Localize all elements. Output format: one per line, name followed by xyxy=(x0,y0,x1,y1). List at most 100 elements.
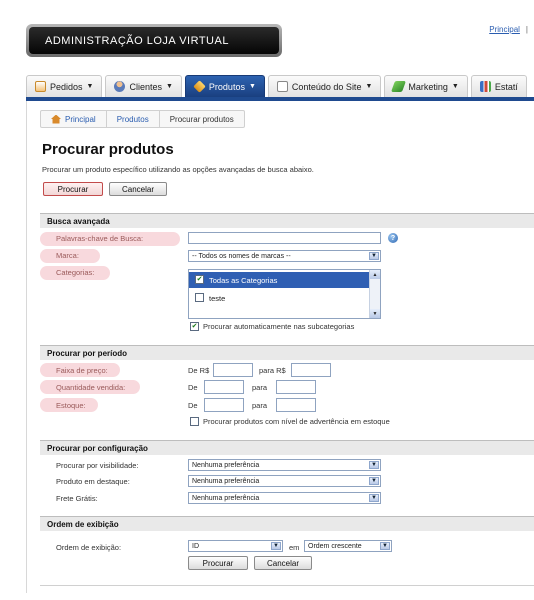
help-icon[interactable]: ? xyxy=(388,233,398,243)
section-heading: Busca avançada xyxy=(40,214,534,228)
qty-from-label: De xyxy=(188,383,198,392)
tab-clientes[interactable]: Clientes ▼ xyxy=(105,75,182,97)
section-ordem: Ordem de exibição xyxy=(40,516,534,531)
price-to-input[interactable] xyxy=(291,363,331,377)
customers-icon xyxy=(114,81,126,92)
order-between-label: em xyxy=(289,543,300,552)
section-heading: Procurar por configuração xyxy=(40,441,534,455)
chevron-down-icon: ▼ xyxy=(271,542,281,550)
tab-pedidos[interactable]: Pedidos ▼ xyxy=(26,75,103,97)
tab-label: Pedidos xyxy=(50,81,83,92)
subcategories-checkbox[interactable]: ✔ xyxy=(190,322,199,331)
section-heading: Procurar por período xyxy=(40,346,534,360)
chevron-down-icon: ▼ xyxy=(165,83,173,90)
category-label: teste xyxy=(209,293,226,303)
order-direction-value: Ordem crescente xyxy=(308,542,362,550)
section-periodo: Procurar por período xyxy=(40,345,534,360)
section-configuracao: Procurar por configuração xyxy=(40,440,534,455)
breadcrumb-label: Procurar produtos xyxy=(169,114,234,124)
breadcrumb-label: Produtos xyxy=(116,114,149,124)
qty-from-input[interactable] xyxy=(204,380,244,394)
top-links: Principal | xyxy=(489,25,528,34)
keywords-label: Palavras-chave de Busca: xyxy=(56,234,144,243)
qty-to-label: para xyxy=(252,383,268,392)
breadcrumb-current: Procurar produtos xyxy=(160,110,244,128)
categories-scrollbar[interactable]: ▲ ▼ xyxy=(369,270,380,318)
chevron-down-icon: ▼ xyxy=(365,83,373,90)
stock-label: Estoque: xyxy=(56,401,86,410)
visibility-selected-value: Nenhuma preferência xyxy=(192,461,260,469)
search-button-bottom[interactable]: Procurar xyxy=(188,556,248,570)
categories-label: Categorias: xyxy=(56,268,95,277)
stock-warning-label: Procurar produtos com nível de advertênc… xyxy=(203,417,390,426)
section-heading: Ordem de exibição xyxy=(40,517,534,531)
home-icon xyxy=(51,114,61,124)
keywords-input[interactable] xyxy=(188,232,381,244)
chevron-down-icon: ▼ xyxy=(369,477,379,485)
principal-link[interactable]: Principal xyxy=(489,25,520,34)
stock-to-label: para xyxy=(252,401,268,410)
orders-icon xyxy=(35,81,46,92)
order-field-select[interactable]: ID ▼ xyxy=(188,540,283,552)
breadcrumb-label: Principal xyxy=(65,114,96,124)
marketing-icon xyxy=(391,81,407,92)
products-icon xyxy=(193,80,206,93)
tab-label: Marketing xyxy=(408,81,448,92)
stock-warning-checkbox[interactable] xyxy=(190,417,199,426)
order-label: Ordem de exibição: xyxy=(56,543,122,552)
featured-selected-value: Nenhuma preferência xyxy=(192,477,260,485)
chevron-down-icon: ▼ xyxy=(380,542,390,550)
chevron-down-icon: ▼ xyxy=(86,83,94,90)
visibility-select[interactable]: Nenhuma preferência ▼ xyxy=(188,459,381,471)
checkbox-checked[interactable]: ✔ xyxy=(195,275,204,284)
featured-label: Produto em destaque: xyxy=(56,477,130,486)
top-link-separator: | xyxy=(525,25,528,34)
tab-produtos[interactable]: Produtos ▼ xyxy=(184,75,265,97)
chevron-down-icon: ▼ xyxy=(369,461,379,469)
brand-label: Marca: xyxy=(56,251,79,260)
chevron-down-icon: ▼ xyxy=(248,83,256,90)
tab-marketing[interactable]: Marketing ▼ xyxy=(384,75,468,97)
chevron-down-icon: ▼ xyxy=(369,252,379,260)
tab-conteudo[interactable]: Conteúdo do Site ▼ xyxy=(267,75,382,97)
logo-text: ADMINISTRAÇÃO LOJA VIRTUAL xyxy=(29,27,279,54)
shipping-select[interactable]: Nenhuma preferência ▼ xyxy=(188,492,381,504)
visibility-label: Procurar por visibilidade: xyxy=(56,461,139,470)
search-button-top[interactable]: Procurar xyxy=(43,182,103,196)
category-label: Todas as Categorias xyxy=(209,275,278,285)
tab-label: Produtos xyxy=(208,81,245,92)
stock-to-input[interactable] xyxy=(276,398,316,412)
content-icon xyxy=(276,81,288,92)
tab-estatisticas[interactable]: Estatí xyxy=(470,75,527,97)
breadcrumb-produtos[interactable]: Produtos xyxy=(107,110,160,128)
brand-selected-value: -- Todos os nomes de marcas -- xyxy=(192,252,291,260)
stock-from-label: De xyxy=(188,401,198,410)
stock-from-input[interactable] xyxy=(204,398,244,412)
chevron-down-icon: ▼ xyxy=(451,83,459,90)
price-label: Faixa de preço: xyxy=(56,366,108,375)
order-direction-select[interactable]: Ordem crescente ▼ xyxy=(304,540,392,552)
scroll-up-icon[interactable]: ▲ xyxy=(370,270,380,279)
checkbox[interactable] xyxy=(195,293,204,302)
breadcrumb: Principal Produtos Procurar produtos xyxy=(40,110,245,128)
page-description: Procurar um produto específico utilizand… xyxy=(42,165,314,174)
price-from-input[interactable] xyxy=(213,363,253,377)
section-busca-avancada: Busca avançada xyxy=(40,213,534,228)
category-item-teste[interactable]: teste xyxy=(189,290,369,306)
scroll-down-icon[interactable]: ▼ xyxy=(370,309,380,318)
footer-divider xyxy=(40,585,534,586)
brand-select[interactable]: -- Todos os nomes de marcas -- ▼ xyxy=(188,250,381,262)
price-from-label: De R$ xyxy=(188,366,210,375)
cancel-button-top[interactable]: Cancelar xyxy=(109,182,167,196)
page-title: Procurar produtos xyxy=(42,141,174,158)
cancel-button-bottom[interactable]: Cancelar xyxy=(254,556,312,570)
category-item-todas[interactable]: ✔ Todas as Categorias xyxy=(189,272,369,288)
featured-select[interactable]: Nenhuma preferência ▼ xyxy=(188,475,381,487)
qty-to-input[interactable] xyxy=(276,380,316,394)
breadcrumb-principal[interactable]: Principal xyxy=(41,110,107,128)
main-nav-tabs: Pedidos ▼ Clientes ▼ Produtos ▼ Conteúdo do… xyxy=(26,75,534,97)
tab-label: Clientes xyxy=(129,81,162,92)
tab-label: Conteúdo do Site xyxy=(291,81,362,92)
categories-list[interactable]: ✔ Todas as Categorias teste ▲ ▼ xyxy=(188,269,381,319)
shipping-label: Frete Grátis: xyxy=(56,494,98,503)
